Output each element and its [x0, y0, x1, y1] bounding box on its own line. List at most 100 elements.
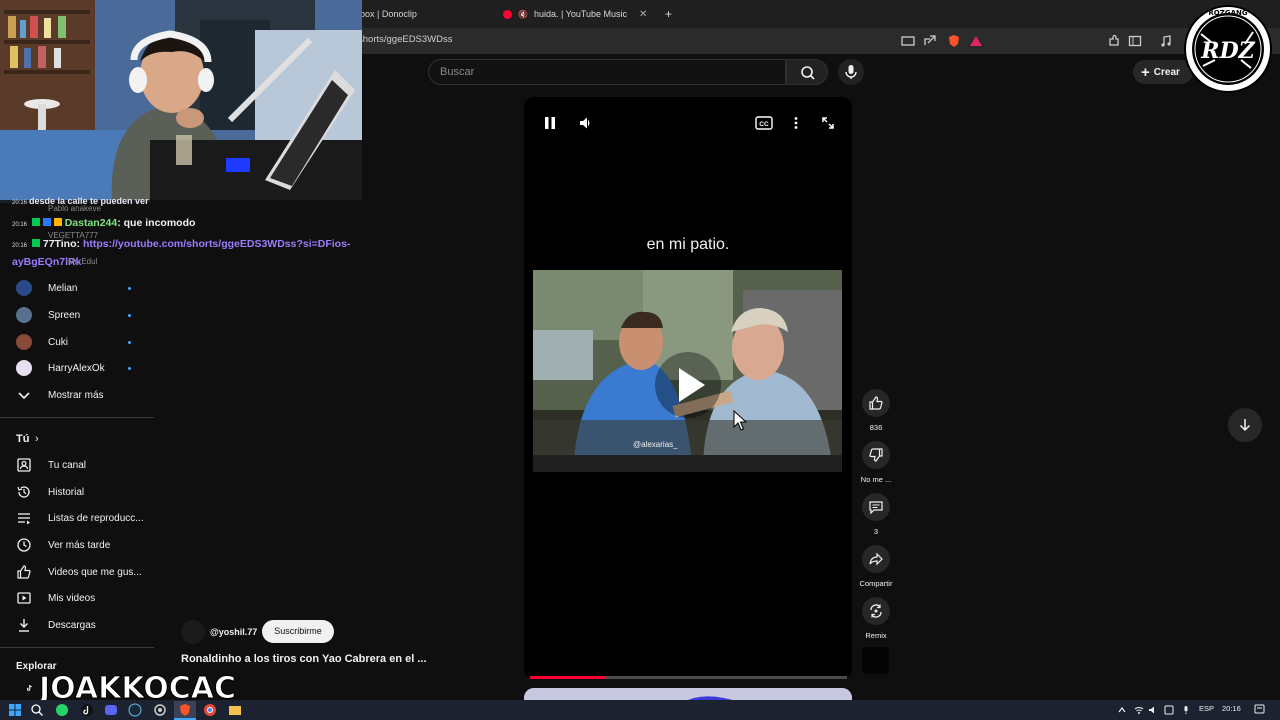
sidebar-item-spreen[interactable]: Spreen — [0, 302, 150, 328]
tiktok-app-icon[interactable] — [80, 703, 94, 717]
short-title[interactable]: Ronaldinho a los tiros con Yao Cabrera e… — [181, 653, 427, 665]
search-input[interactable] — [428, 59, 786, 85]
share-label: Compartir — [859, 579, 893, 588]
cast-icon[interactable] — [900, 33, 916, 49]
whatsapp-icon[interactable] — [55, 703, 69, 717]
sidebar-item-ver-mas-tarde[interactable]: Ver más tarde — [0, 532, 150, 558]
sidebar-item-label: Historial — [48, 486, 85, 498]
sidebar-item-videos-gustan[interactable]: Videos que me gus... — [0, 559, 150, 585]
create-label: Crear — [1153, 66, 1180, 78]
sidebar-item-historial[interactable]: Historial — [0, 479, 150, 505]
video-frame: @alexarias_ — [533, 270, 842, 472]
sidebar-item-descargas[interactable]: Descargas — [0, 612, 150, 638]
avatar — [16, 360, 32, 376]
wifi-icon[interactable] — [1134, 705, 1144, 715]
subscribe-button[interactable]: Suscribirme — [262, 620, 334, 643]
dislike-button[interactable] — [862, 441, 890, 469]
like-button[interactable] — [862, 389, 890, 417]
tray-chevron-up-icon[interactable] — [1117, 705, 1127, 715]
sidebar-item-label: Tu canal — [48, 459, 86, 471]
sidebar-item-label: Listas de reproducc... — [48, 512, 144, 524]
channel-avatar[interactable] — [181, 620, 205, 644]
tab-label: huida. | YouTube Music — [533, 9, 628, 19]
brave-browser-icon[interactable] — [178, 703, 192, 717]
language-indicator[interactable]: ESP — [1199, 704, 1214, 713]
brave-rewards-icon[interactable] — [968, 33, 984, 49]
channel-name[interactable]: @yoshil.77 — [210, 627, 257, 637]
sidebar-item-harryalexok[interactable]: HarryAlexOk — [0, 355, 150, 381]
clock[interactable]: 20:16 — [1222, 704, 1241, 713]
sound-thumbnail[interactable] — [862, 647, 889, 674]
sidebar-item-tu-canal[interactable]: Tu canal — [0, 452, 150, 478]
chat-username: Dastan244 — [64, 217, 118, 229]
sidebar-item-mis-videos[interactable]: Mis videos — [0, 585, 150, 611]
share-icon — [869, 552, 883, 566]
notifications-icon[interactable] — [1254, 704, 1265, 715]
new-tab-button[interactable]: + — [665, 4, 672, 24]
browser-tab-donoclip[interactable]: box | Donoclip — [360, 4, 417, 24]
windows-start-icon[interactable] — [8, 703, 22, 717]
avatar — [16, 334, 32, 350]
volume-icon[interactable] — [578, 115, 594, 131]
chat-message: 20:16 Dastan244: que incomodo — [12, 217, 195, 229]
sidebar-item-label: Cuki — [48, 336, 69, 348]
watch-later-icon — [17, 538, 31, 552]
sidebar-item-cuki[interactable]: Cuki — [0, 329, 150, 355]
show-more-label: Mostrar más — [48, 389, 104, 401]
brave-shield-icon[interactable] — [946, 33, 962, 49]
youtube-music-icon — [503, 9, 512, 19]
search-button[interactable] — [786, 59, 828, 85]
sidebar-you-heading[interactable]: Tú › — [0, 426, 150, 452]
chevron-down-icon — [18, 392, 30, 400]
new-content-dot — [128, 340, 131, 344]
webcam-overlay — [0, 0, 362, 203]
chat-link[interactable]: https://youtube.com/shorts/ggeEDS3WDss?s… — [83, 238, 351, 250]
sidebar-toggle-icon[interactable] — [1127, 33, 1143, 49]
svg-text:ROZGANG: ROZGANG — [1208, 9, 1247, 17]
download-icon — [19, 619, 29, 632]
browser-tab-youtube-music[interactable]: 🔇 huida. | YouTube Music — [503, 4, 627, 24]
new-content-dot — [128, 366, 131, 370]
microphone-tray-icon[interactable] — [1181, 705, 1191, 715]
sidebar-item-label: Videos que me gus... — [48, 566, 142, 578]
settings-app-icon[interactable] — [153, 703, 167, 717]
sidebar-item-melian[interactable]: Melian — [0, 275, 150, 301]
share-button[interactable] — [862, 545, 890, 573]
fullscreen-icon[interactable] — [820, 115, 836, 131]
search-icon[interactable] — [30, 703, 44, 717]
tab-close-icon[interactable]: ✕ — [639, 4, 647, 24]
show-more-button[interactable]: Mostrar más — [0, 382, 150, 408]
microphone-icon — [845, 65, 857, 79]
speaker-icon[interactable] — [1148, 705, 1158, 715]
url-field[interactable]: shorts/ggeEDS3WDss — [358, 34, 453, 45]
captions-icon[interactable]: CC — [755, 115, 773, 131]
share-page-icon[interactable] — [922, 33, 938, 49]
extensions-icon[interactable] — [1106, 33, 1122, 49]
more-options-icon[interactable] — [788, 115, 804, 131]
sidebar-item-listas[interactable]: Listas de reproducc... — [0, 505, 150, 531]
next-short-button[interactable] — [1228, 408, 1262, 442]
sidebar-item-label: Descargas — [48, 619, 96, 631]
play-icon[interactable] — [655, 352, 721, 418]
thumbs-up-icon — [869, 396, 883, 410]
discord-icon[interactable] — [104, 703, 118, 717]
pause-icon[interactable] — [542, 115, 558, 131]
vpn-icon[interactable] — [1164, 705, 1174, 715]
remix-button[interactable] — [862, 597, 890, 625]
remix-label: Remix — [865, 631, 887, 640]
plus-icon: + — [1141, 63, 1150, 81]
chrome-icon[interactable] — [203, 703, 217, 717]
steam-icon[interactable] — [128, 703, 142, 717]
arrow-down-icon — [1239, 419, 1251, 432]
sidebar-item-label: Spreen — [48, 309, 81, 321]
comments-button[interactable] — [862, 493, 890, 521]
file-explorer-icon[interactable] — [228, 703, 242, 717]
stream-chat-overlay: 20:16 desde la calle te pueden ver Pablo … — [0, 196, 370, 270]
voice-search-button[interactable] — [838, 59, 864, 85]
badge-icon — [42, 218, 51, 226]
webcam-feed — [0, 0, 362, 203]
new-content-dot — [128, 313, 131, 317]
media-controls-icon[interactable] — [1158, 33, 1174, 49]
sidebar-divider — [0, 417, 154, 418]
avatar — [16, 307, 32, 323]
